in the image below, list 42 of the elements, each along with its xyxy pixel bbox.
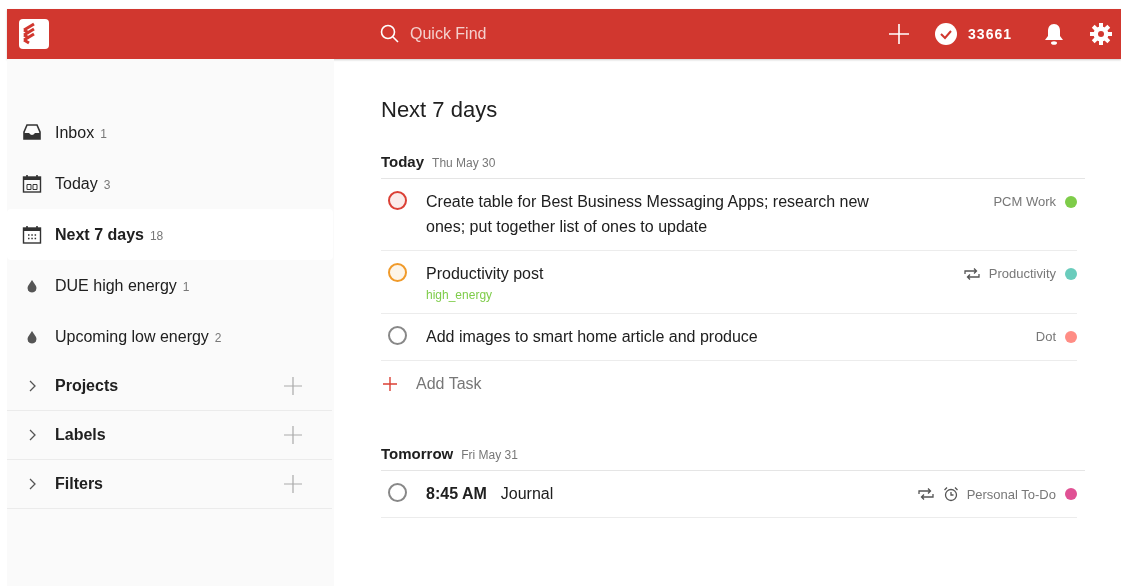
- nav-item[interactable]: Next 7 days 18: [7, 209, 333, 260]
- calendar-icon: [22, 173, 42, 194]
- plus-icon: [284, 426, 302, 444]
- inbox-icon: [22, 122, 42, 143]
- section-header[interactable]: Projects: [7, 362, 332, 411]
- project-name[interactable]: Productivity: [988, 266, 1056, 281]
- plus-icon: [284, 475, 302, 493]
- karma-button[interactable]: 33661: [931, 19, 1016, 49]
- task-checkbox[interactable]: [388, 191, 407, 210]
- day-heading: Tomorrow: [381, 445, 454, 462]
- search-field[interactable]: Quick Find: [410, 25, 570, 43]
- plus-icon: [383, 377, 397, 391]
- settings-icon: [1090, 23, 1112, 45]
- section-header[interactable]: Labels: [7, 411, 332, 460]
- project-name[interactable]: PCM Work: [993, 194, 1056, 209]
- task-title: Productivity post: [426, 264, 544, 284]
- project-name[interactable]: Dot: [1035, 329, 1056, 344]
- task-title: Journal: [500, 484, 554, 504]
- nav-item[interactable]: Upcoming low energy 2: [7, 311, 333, 362]
- task-checkbox[interactable]: [388, 326, 407, 345]
- checkmark-icon: [935, 23, 958, 45]
- page-title: Next 7 days: [381, 97, 499, 123]
- task-checkbox[interactable]: [388, 483, 407, 502]
- task-time: 8:45 AM: [426, 484, 487, 504]
- task-title: Create table for Best Business Messaging Apps; research new ones; put together list of ones to update: [426, 192, 870, 237]
- calendar-icon: [22, 224, 42, 245]
- day-date: Thu May 30: [432, 156, 496, 170]
- task-title: Add images to smart home article and produce: [426, 327, 758, 347]
- section-header[interactable]: Filters: [7, 460, 332, 509]
- task-checkbox[interactable]: [388, 263, 407, 282]
- day-date: Fri May 31: [461, 448, 518, 462]
- plus-icon: [889, 24, 910, 44]
- nav-item[interactable]: DUE high energy 1: [7, 260, 333, 311]
- bell-icon: [1044, 23, 1064, 45]
- project-name[interactable]: Personal To-Do: [966, 486, 1056, 502]
- add-task-button[interactable]: Add Task: [381, 361, 482, 393]
- plus-icon: [284, 377, 302, 395]
- nav-item[interactable]: Inbox 1: [7, 107, 333, 158]
- logo-icon: [19, 19, 49, 49]
- nav-item[interactable]: Today 3: [7, 158, 333, 209]
- search-icon: [380, 24, 400, 44]
- day-heading: Today: [381, 153, 425, 170]
